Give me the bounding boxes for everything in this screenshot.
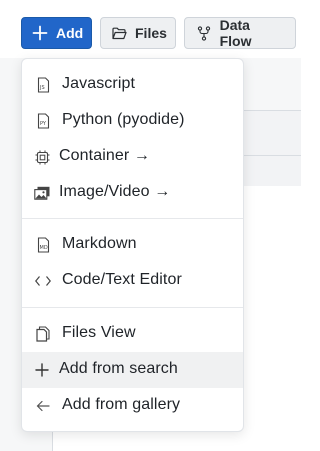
svg-text:PY: PY [40,121,47,127]
menu-item-code-editor[interactable]: Code/Text Editor [22,263,243,299]
menu-item-container[interactable]: Container → [22,139,243,175]
git-fork-icon [196,25,212,41]
images-icon [33,184,51,202]
menu-separator [22,307,243,308]
menu-item-label: Add from gallery [62,396,181,413]
menu-separator [22,218,243,219]
arrow-left-icon [34,397,52,415]
svg-text:MD: MD [39,245,47,251]
menu-item-javascript[interactable]: JS Javascript [22,67,243,103]
data-flow-button[interactable]: Data Flow [184,17,296,49]
menu-item-files-view[interactable]: Files View [22,316,243,352]
files-button[interactable]: Files [100,17,176,49]
menu-item-add-from-gallery[interactable]: Add from gallery [22,388,243,424]
files-copy-icon [34,325,52,343]
menu-item-label: Python (pyodide) [62,111,185,128]
menu-item-label: Javascript [62,75,136,92]
menu-item-label: Code/Text Editor [62,271,182,288]
files-button-label: Files [135,25,167,41]
chip-icon [33,148,51,166]
menu-item-label: Files View [62,324,136,341]
menu-item-label: Add from search [59,360,178,377]
folder-open-icon [112,25,127,41]
menu-item-python[interactable]: PY Python (pyodide) [22,103,243,139]
py-file-icon: PY [34,112,52,130]
menu-item-image-video[interactable]: Image/Video → [22,175,243,211]
menu-item-label: Markdown [62,235,137,252]
add-dropdown-menu: JS Javascript PY Python (pyodide) Contai… [21,58,244,432]
menu-item-label: Image/Video → [59,183,171,200]
toolbar: Add Files Data Flow [21,17,296,49]
plus-icon [33,361,51,379]
menu-item-markdown[interactable]: MD Markdown [22,227,243,263]
menu-item-label: Container → [59,147,150,164]
data-flow-button-label: Data Flow [219,17,252,49]
code-brackets-icon [34,272,52,290]
menu-item-add-from-search[interactable]: Add from search [22,352,243,388]
add-button-label: Add [56,25,84,41]
plus-icon [32,24,48,42]
svg-text:JS: JS [39,85,45,91]
md-file-icon: MD [34,236,52,254]
js-file-icon: JS [34,76,52,94]
add-button[interactable]: Add [21,17,92,49]
